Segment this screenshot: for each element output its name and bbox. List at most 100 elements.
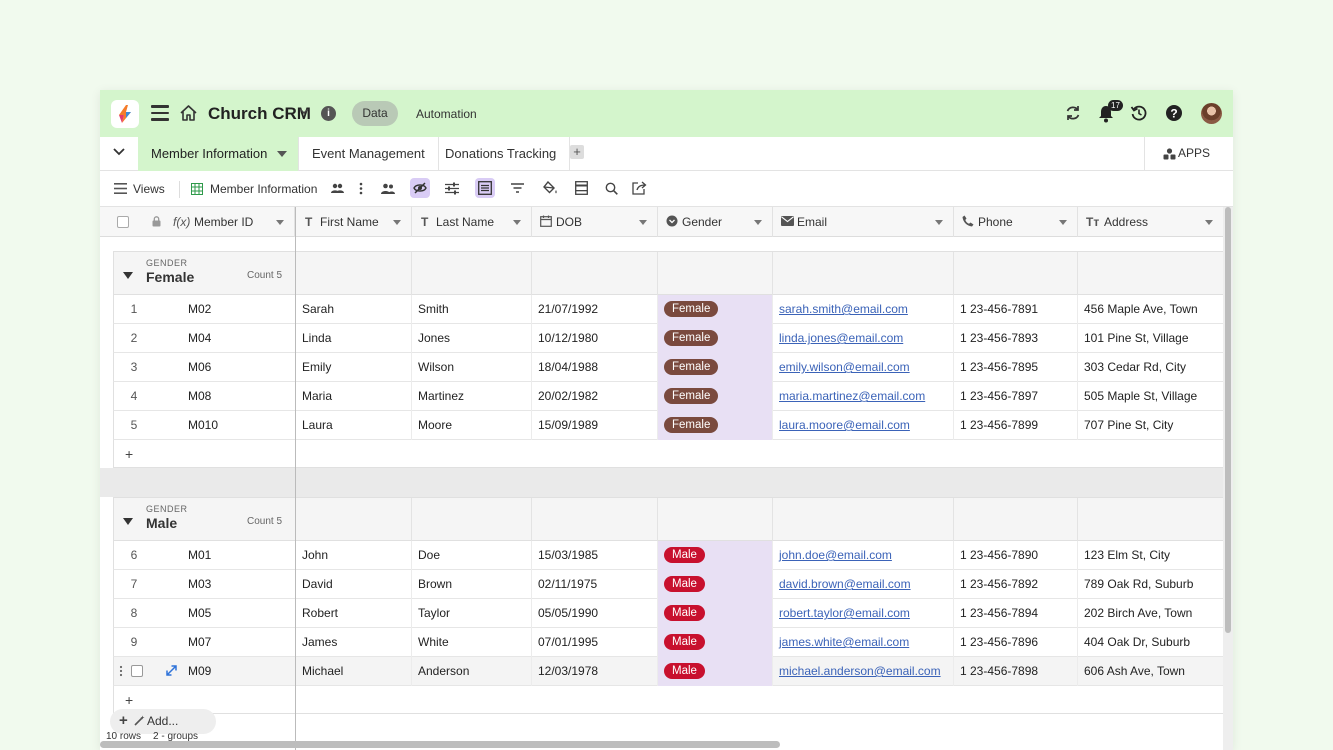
cell-dob[interactable]: 12/03/1978	[532, 657, 658, 686]
cell-phone[interactable]: 1 23-456-7890	[954, 541, 1078, 570]
cell-address[interactable]: 123 Elm St, City	[1078, 541, 1224, 570]
cell-dob[interactable]: 20/02/1982	[532, 382, 658, 411]
tab-member-information[interactable]: Member Information	[138, 137, 299, 171]
table-row[interactable]: 3 M06 Emily Wilson 18/04/1988 Female emily.wil…	[113, 353, 1223, 382]
chevron-down-icon[interactable]	[299, 107, 309, 115]
drag-handle-icon[interactable]	[119, 665, 123, 677]
horizontal-scrollbar[interactable]	[100, 741, 780, 748]
cell-member-id[interactable]: M010	[154, 411, 296, 440]
plus-icon[interactable]: +	[119, 712, 128, 729]
cell-member-id[interactable]: M09	[154, 657, 296, 686]
cell-dob[interactable]: 15/03/1985	[532, 541, 658, 570]
settings-sliders-icon[interactable]	[445, 182, 459, 195]
cell-email[interactable]: maria.martinez@email.com	[773, 382, 954, 411]
cell-gender[interactable]: Female	[658, 382, 773, 411]
cell-gender[interactable]: Male	[658, 657, 773, 686]
search-icon[interactable]	[605, 182, 618, 195]
vertical-scrollbar[interactable]	[1223, 207, 1233, 750]
table-row[interactable]: 7 M03 David Brown 02/11/1975 Male david.brown@…	[113, 570, 1223, 599]
add-row-button[interactable]: +	[113, 440, 1223, 468]
cell-gender[interactable]: Female	[658, 411, 773, 440]
chevron-down-icon[interactable]	[393, 220, 401, 225]
refresh-icon[interactable]	[1064, 104, 1082, 122]
chevron-down-icon[interactable]	[639, 220, 647, 225]
email-link[interactable]: laura.moore@email.com	[779, 418, 910, 432]
data-tab-button[interactable]: Data	[352, 101, 398, 126]
cell-last-name[interactable]: Doe	[412, 541, 532, 570]
cell-email[interactable]: james.white@email.com	[773, 628, 954, 657]
add-button-label[interactable]: Add...	[147, 714, 178, 728]
cell-last-name[interactable]: Anderson	[412, 657, 532, 686]
cell-phone[interactable]: 1 23-456-7898	[954, 657, 1078, 686]
plus-icon[interactable]: +	[125, 446, 133, 462]
cell-gender[interactable]: Male	[658, 599, 773, 628]
cell-member-id[interactable]: M01	[154, 541, 296, 570]
plus-icon[interactable]: +	[125, 692, 133, 708]
cell-gender[interactable]: Female	[658, 295, 773, 324]
views-button[interactable]: Views	[133, 182, 165, 196]
cell-dob[interactable]: 21/07/1992	[532, 295, 658, 324]
cell-first-name[interactable]: John	[296, 541, 412, 570]
cell-last-name[interactable]: Smith	[412, 295, 532, 324]
cell-address[interactable]: 202 Birch Ave, Town	[1078, 599, 1224, 628]
chevron-down-icon[interactable]	[1205, 220, 1213, 225]
magic-wand-icon[interactable]	[134, 715, 145, 726]
column-header-gender[interactable]: Gender	[658, 207, 773, 237]
table-row[interactable]: 2 M04 Linda Jones 10/12/1980 Female linda.jone…	[113, 324, 1223, 353]
cell-first-name[interactable]: Sarah	[296, 295, 412, 324]
cell-phone[interactable]: 1 23-456-7894	[954, 599, 1078, 628]
cell-address[interactable]: 707 Pine St, City	[1078, 411, 1224, 440]
apps-button[interactable]: APPS	[1144, 137, 1227, 171]
summary-icon[interactable]	[575, 181, 588, 195]
cell-first-name[interactable]: James	[296, 628, 412, 657]
paint-icon[interactable]	[543, 181, 558, 195]
cell-member-id[interactable]: M02	[154, 295, 296, 324]
cell-first-name[interactable]: Linda	[296, 324, 412, 353]
collapse-group-icon[interactable]	[123, 518, 133, 525]
add-row-button[interactable]: +	[113, 686, 1223, 714]
cell-address[interactable]: 404 Oak Dr, Suburb	[1078, 628, 1224, 657]
cell-dob[interactable]: 02/11/1975	[532, 570, 658, 599]
email-link[interactable]: david.brown@email.com	[779, 577, 911, 591]
cell-email[interactable]: david.brown@email.com	[773, 570, 954, 599]
cell-first-name[interactable]: David	[296, 570, 412, 599]
table-row[interactable]: 9 M07 James White 07/01/1995 Male james.white@…	[113, 628, 1223, 657]
cell-dob[interactable]: 05/05/1990	[532, 599, 658, 628]
cell-phone[interactable]: 1 23-456-7893	[954, 324, 1078, 353]
cell-member-id[interactable]: M04	[154, 324, 296, 353]
cell-email[interactable]: linda.jones@email.com	[773, 324, 954, 353]
cell-last-name[interactable]: Taylor	[412, 599, 532, 628]
group-header-1[interactable]: GENDER Male Count 5	[113, 497, 1223, 542]
chevron-down-icon[interactable]	[513, 220, 521, 225]
cell-phone[interactable]: 1 23-456-7892	[954, 570, 1078, 599]
cell-address[interactable]: 789 Oak Rd, Suburb	[1078, 570, 1224, 599]
cell-first-name[interactable]: Michael	[296, 657, 412, 686]
chevron-down-icon[interactable]	[1059, 220, 1067, 225]
cell-dob[interactable]: 07/01/1995	[532, 628, 658, 657]
app-title[interactable]: Church CRM	[208, 104, 311, 124]
info-icon[interactable]: i	[321, 106, 336, 121]
email-link[interactable]: michael.anderson@email.com	[779, 664, 941, 678]
help-icon[interactable]: ?	[1165, 104, 1183, 122]
home-icon[interactable]	[179, 104, 198, 122]
table-row[interactable]: M09 Michael Anderson 12/03/1978 Male michael.…	[113, 657, 1223, 686]
collaborators-icon[interactable]	[331, 183, 344, 194]
cell-first-name[interactable]: Laura	[296, 411, 412, 440]
cell-first-name[interactable]: Maria	[296, 382, 412, 411]
cell-gender[interactable]: Male	[658, 628, 773, 657]
tab-event-management[interactable]: Event Management	[299, 137, 439, 171]
column-header-member-id[interactable]: f(x) Member ID	[166, 207, 295, 237]
chevron-down-icon[interactable]	[277, 151, 287, 158]
select-all-checkbox[interactable]	[117, 216, 129, 228]
cell-last-name[interactable]: Wilson	[412, 353, 532, 382]
cell-phone[interactable]: 1 23-456-7897	[954, 382, 1078, 411]
column-header-address[interactable]: Tт Address	[1078, 207, 1223, 237]
cell-member-id[interactable]: M03	[154, 570, 296, 599]
column-header-first-name[interactable]: T First Name	[296, 207, 412, 237]
email-link[interactable]: emily.wilson@email.com	[779, 360, 910, 374]
cell-first-name[interactable]: Robert	[296, 599, 412, 628]
cell-member-id[interactable]: M05	[154, 599, 296, 628]
cell-address[interactable]: 303 Cedar Rd, City	[1078, 353, 1224, 382]
cell-address[interactable]: 505 Maple St, Village	[1078, 382, 1224, 411]
table-row[interactable]: 4 M08 Maria Martinez 20/02/1982 Female maria.m…	[113, 382, 1223, 411]
